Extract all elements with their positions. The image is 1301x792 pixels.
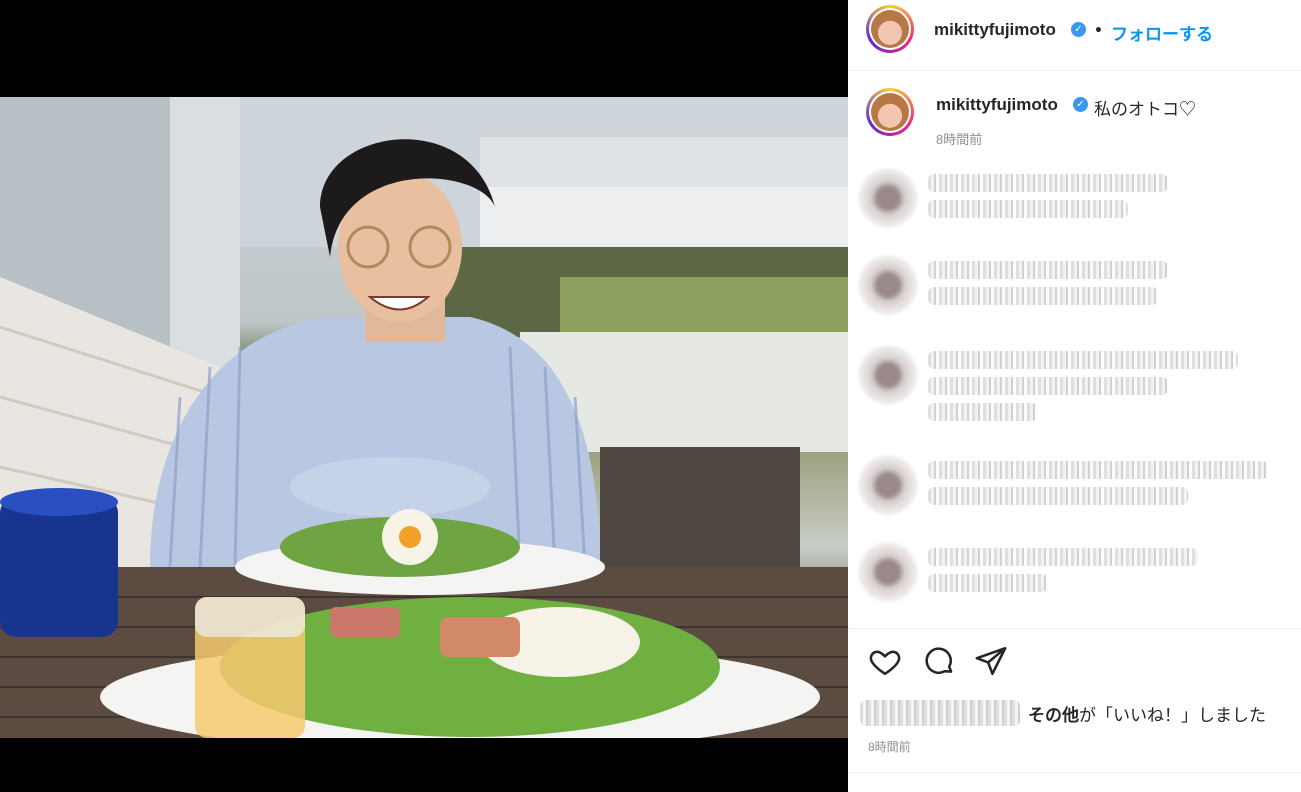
post-photo[interactable]: [0, 97, 848, 738]
comment-item: [858, 168, 1298, 238]
comment-item: [858, 455, 1298, 530]
likes-suffix: が「いいね！」しました: [1079, 706, 1266, 725]
post-side-panel: mikittyfujimoto ✓ • フォローする mikittyfujimo…: [848, 0, 1301, 792]
follow-button[interactable]: フォローする: [1111, 20, 1213, 45]
liker-name-redacted: [860, 700, 1020, 726]
commenter-avatar: [858, 455, 918, 515]
actions-divider: [848, 628, 1301, 629]
caption-username[interactable]: mikittyfujimoto: [936, 95, 1058, 115]
post-media[interactable]: [0, 0, 848, 792]
comment-icon[interactable]: [922, 644, 956, 678]
caption-author-avatar[interactable]: [866, 88, 914, 136]
heart-icon[interactable]: [868, 644, 902, 678]
paper-plane-icon[interactable]: [974, 644, 1008, 678]
caption-text: 私のオトコ♡: [1094, 100, 1196, 119]
comment-item: [858, 255, 1298, 330]
commenter-avatar: [858, 255, 918, 315]
post-timestamp: 8時間前: [868, 740, 911, 754]
photo-illustration: [0, 97, 848, 738]
likes-others-link[interactable]: その他: [1028, 706, 1079, 725]
likes-summary[interactable]: その他が「いいね！」しました: [860, 698, 1300, 728]
caption-timestamp: 8時間前: [936, 132, 983, 147]
author-username[interactable]: mikittyfujimoto: [934, 20, 1056, 40]
comment-item: [858, 542, 1298, 622]
comment-item: [858, 345, 1298, 440]
caption-verified-badge-icon: ✓: [1073, 97, 1088, 112]
verified-badge-icon: ✓: [1071, 22, 1086, 37]
commenter-avatar: [858, 345, 918, 405]
post-header: mikittyfujimoto ✓ • フォローする: [848, 0, 1301, 71]
commenter-avatar: [858, 542, 918, 602]
bottom-divider: [848, 772, 1301, 773]
author-avatar[interactable]: [866, 5, 914, 53]
commenter-avatar: [858, 168, 918, 228]
separator-dot: •: [1094, 23, 1103, 39]
